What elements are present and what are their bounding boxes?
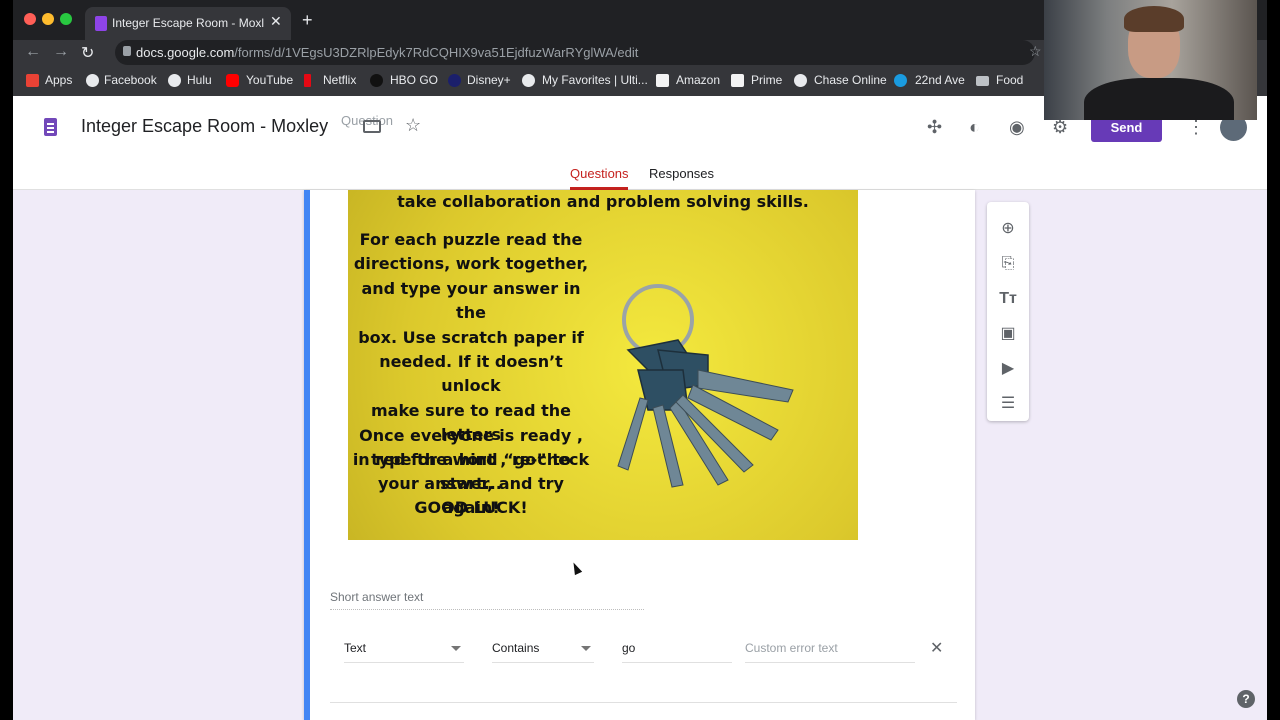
forms-editor: Integer Escape Room - Moxley Question ☆ … bbox=[13, 96, 1267, 720]
bookmark-hulu[interactable]: Hulu bbox=[187, 73, 212, 87]
hbo-icon bbox=[370, 74, 383, 87]
url-text: docs.google.com/forms/d/1VEgsU3DZRlpEdyk… bbox=[136, 45, 639, 60]
add-section-icon[interactable]: ☰ bbox=[999, 395, 1017, 413]
presenter-body bbox=[1084, 78, 1234, 120]
bookmark-food-folder[interactable]: Food bbox=[996, 73, 1023, 87]
browser-tab[interactable]: Integer Escape Room - Moxley ✕ bbox=[85, 7, 291, 40]
validation-type-underline bbox=[344, 662, 464, 663]
preview-eye-icon[interactable]: ◉ bbox=[1009, 117, 1025, 138]
keys-illustration bbox=[617, 284, 794, 488]
poster-top-line: take collaboration and problem solving s… bbox=[397, 192, 809, 211]
star-icon[interactable]: ☆ bbox=[405, 115, 421, 136]
card-divider bbox=[330, 702, 957, 703]
youtube-icon bbox=[226, 74, 239, 87]
globe-icon bbox=[794, 74, 807, 87]
webcam-overlay bbox=[1044, 0, 1257, 120]
poster-start-text: Once everyone is ready , type the word “… bbox=[359, 426, 583, 517]
chevron-down-icon[interactable] bbox=[581, 646, 591, 651]
validation-condition-select[interactable]: Contains bbox=[492, 641, 539, 655]
add-question-icon[interactable]: ⊕ bbox=[999, 220, 1017, 238]
bookmark-chase-online[interactable]: Chase Online bbox=[814, 73, 887, 87]
site-icon bbox=[894, 74, 907, 87]
close-tab-icon[interactable]: ✕ bbox=[270, 13, 282, 30]
short-answer-placeholder: Short answer text bbox=[330, 590, 424, 604]
bookmark-disney[interactable]: Disney+ bbox=[467, 73, 511, 87]
amazon-icon bbox=[656, 74, 669, 87]
lock-icon bbox=[123, 46, 131, 56]
response-validation-row: Text Contains go Custom error text ✕ bbox=[330, 640, 950, 670]
more-options-icon[interactable]: ⋮ bbox=[1187, 117, 1205, 138]
presenter-hair bbox=[1124, 6, 1184, 32]
zoom-window-button[interactable] bbox=[60, 13, 72, 25]
new-tab-icon[interactable]: + bbox=[302, 10, 313, 31]
screen: Integer Escape Room - Moxley ✕ + ← → ↻ d… bbox=[0, 0, 1280, 720]
close-window-button[interactable] bbox=[24, 13, 36, 25]
netflix-icon bbox=[304, 74, 311, 87]
question-image[interactable]: take collaboration and problem solving s… bbox=[348, 190, 858, 540]
folder-icon bbox=[976, 76, 989, 86]
custom-error-input[interactable]: Custom error text bbox=[745, 641, 838, 655]
back-icon[interactable]: ← bbox=[25, 43, 41, 61]
help-icon[interactable]: ? bbox=[1237, 690, 1255, 708]
forward-icon[interactable]: → bbox=[53, 43, 69, 61]
bookmark-22nd-ave[interactable]: 22nd Ave bbox=[915, 73, 965, 87]
disney-icon bbox=[448, 74, 461, 87]
bookmark-apps[interactable]: Apps bbox=[45, 73, 72, 87]
address-bar[interactable]: docs.google.com/forms/d/1VEgsU3DZRlpEdyk… bbox=[115, 40, 1035, 65]
add-image-icon[interactable]: ▣ bbox=[999, 325, 1017, 343]
bookmark-my-favorites[interactable]: My Favorites | Ulti... bbox=[542, 73, 648, 87]
tab-questions[interactable]: Questions bbox=[570, 166, 629, 181]
bookmark-youtube[interactable]: YouTube bbox=[246, 73, 293, 87]
validation-text-input[interactable]: go bbox=[622, 641, 635, 655]
forms-logo-icon[interactable] bbox=[44, 118, 57, 136]
bookmark-star-icon[interactable]: ☆ bbox=[1029, 43, 1042, 60]
close-icon[interactable]: ✕ bbox=[930, 638, 943, 658]
chevron-down-icon[interactable] bbox=[451, 646, 461, 651]
add-title-icon[interactable]: Tт bbox=[999, 290, 1017, 308]
bookmark-facebook[interactable]: Facebook bbox=[104, 73, 157, 87]
minimize-window-button[interactable] bbox=[42, 13, 54, 25]
move-to-folder-icon[interactable] bbox=[363, 120, 381, 133]
form-title[interactable]: Integer Escape Room - Moxley bbox=[81, 116, 328, 137]
question-card[interactable]: take collaboration and problem solving s… bbox=[304, 190, 975, 720]
palette-icon[interactable]: ◐ bbox=[969, 117, 980, 138]
validation-condition-underline bbox=[492, 662, 594, 663]
amazon-icon bbox=[731, 74, 744, 87]
custom-error-underline bbox=[745, 662, 915, 663]
reload-icon[interactable]: ↻ bbox=[81, 43, 94, 63]
bookmark-prime[interactable]: Prime bbox=[751, 73, 782, 87]
bookmark-netflix[interactable]: Netflix bbox=[323, 73, 356, 87]
forms-favicon-icon bbox=[95, 16, 107, 31]
globe-icon bbox=[522, 74, 535, 87]
addons-puzzle-icon[interactable]: ✣ bbox=[927, 117, 942, 138]
tab-title: Integer Escape Room - Moxley bbox=[112, 16, 264, 30]
import-questions-icon[interactable]: ⎘ bbox=[999, 255, 1017, 273]
apps-grid-icon bbox=[26, 74, 39, 87]
add-video-icon[interactable]: ▶ bbox=[999, 360, 1017, 378]
globe-icon bbox=[86, 74, 99, 87]
validation-text-underline bbox=[622, 662, 732, 663]
bookmark-hbo-go[interactable]: HBO GO bbox=[390, 73, 438, 87]
tab-responses[interactable]: Responses bbox=[649, 166, 714, 181]
side-toolbar: ⊕ ⎘ Tт ▣ ▶ ☰ bbox=[987, 202, 1029, 421]
settings-gear-icon[interactable]: ⚙ bbox=[1052, 117, 1068, 138]
bookmark-amazon[interactable]: Amazon bbox=[676, 73, 720, 87]
short-answer-underline bbox=[330, 609, 644, 610]
validation-type-select[interactable]: Text bbox=[344, 641, 366, 655]
globe-icon bbox=[168, 74, 181, 87]
